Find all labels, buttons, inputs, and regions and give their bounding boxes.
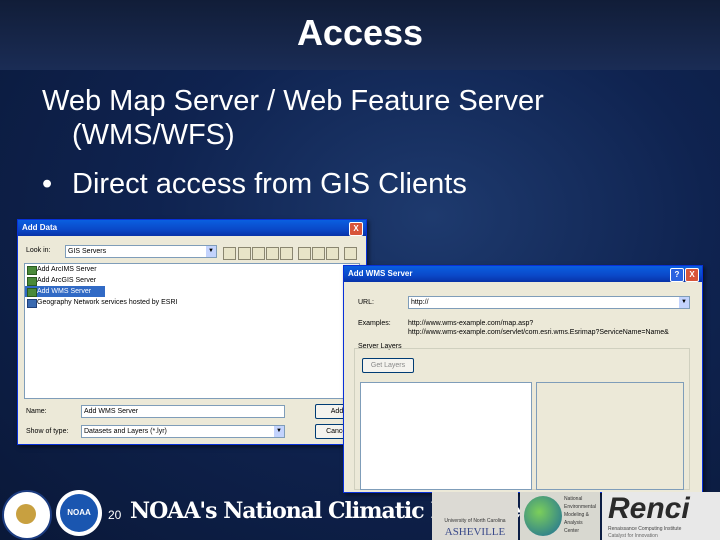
chevron-down-icon: ▼ (206, 246, 216, 257)
layer-description-panel (536, 382, 684, 490)
details-view-icon[interactable] (312, 247, 325, 260)
name-label: Name: (26, 408, 47, 415)
connect-folder-icon[interactable] (252, 247, 265, 260)
example-url-2: http://www.wms-example.com/servlet/com.e… (408, 329, 669, 336)
add-data-dialog: Add Data X Look in: GIS Servers ▼ Add Ar… (17, 219, 367, 445)
disconnect-folder-icon[interactable] (266, 247, 279, 260)
add-wms-title: Add WMS Server (348, 269, 413, 278)
add-data-titlebar: Add Data X (18, 220, 366, 236)
doc-seal-logo (2, 490, 52, 540)
bullet-text: Direct access from GIS Clients (72, 168, 467, 200)
url-label: URL: (358, 299, 374, 306)
list-view-icon[interactable] (298, 247, 311, 260)
help-button[interactable]: ? (670, 268, 684, 282)
slide-number: 20 (108, 508, 122, 522)
unca-logo: University of North Carolina ASHEVILLE (432, 492, 518, 540)
up-folder-icon[interactable] (223, 247, 236, 260)
catalog-icon[interactable] (344, 247, 357, 260)
renci-logo: Renci Renaissance Computing Institute Ca… (602, 492, 720, 540)
renci-text: Renci (608, 492, 690, 525)
chevron-down-icon: ▼ (274, 426, 284, 437)
body-line-2: (WMS/WFS) (72, 119, 235, 151)
body-line-1: Web Map Server / Web Feature Server (42, 85, 544, 117)
add-wms-dialog: Add WMS Server ? X URL: http:// ▼ Exampl… (343, 265, 703, 493)
noaa-text: NOAA (67, 508, 91, 517)
gis-server-list: Add ArcIMS Server Add ArcGIS Server Add … (24, 263, 360, 399)
renci-sub-2: Catalyst for Innovation (608, 533, 658, 539)
home-icon[interactable] (238, 247, 251, 260)
globe-icon (524, 496, 562, 536)
chevron-down-icon: ▼ (679, 297, 689, 308)
show-type-select[interactable]: Datasets and Layers (*.lyr) ▼ (81, 425, 285, 438)
server-icon (27, 288, 37, 297)
globe-icon (27, 299, 37, 308)
add-wms-titlebar: Add WMS Server ? X (344, 266, 702, 282)
server-icon (27, 277, 37, 286)
list-item[interactable]: Add ArcIMS Server (25, 264, 359, 275)
add-data-title: Add Data (22, 223, 58, 232)
look-in-value: GIS Servers (68, 248, 107, 255)
bullet-item: • Direct access from GIS Clients (42, 168, 467, 201)
list-item-selected[interactable]: Add WMS Server (25, 286, 105, 297)
add-wms-close-button[interactable]: X (685, 268, 699, 282)
list-item[interactable]: Add ArcGIS Server (25, 275, 359, 286)
unca-line-2: ASHEVILLE (444, 526, 506, 538)
url-input[interactable]: http:// ▼ (408, 296, 690, 309)
unca-line-1: University of North Carolina (444, 518, 506, 524)
show-type-label: Show of type: (26, 428, 69, 435)
thumbnails-view-icon[interactable] (326, 247, 339, 260)
noaa-logo: NOAA (56, 490, 102, 536)
get-layers-button[interactable]: Get Layers (362, 358, 414, 373)
server-layers-list (360, 382, 532, 490)
name-input[interactable]: Add WMS Server (81, 405, 285, 418)
renci-sub-1: Renaissance Computing Institute (608, 526, 682, 532)
body-text: Web Map Server / Web Feature Server (WMS… (42, 84, 544, 152)
server-icon (27, 266, 37, 275)
list-item[interactable]: Geography Network services hosted by ESR… (25, 297, 359, 308)
example-url-1: http://www.wms-example.com/map.asp? (408, 320, 534, 327)
add-data-close-button[interactable]: X (349, 222, 363, 236)
nemac-logo: National Environmental Modeling & Analys… (520, 492, 600, 540)
slide-title: Access (296, 12, 424, 53)
look-in-label: Look in: (26, 247, 51, 254)
bullet-glyph: • (42, 168, 53, 200)
look-in-select[interactable]: GIS Servers ▼ (65, 245, 217, 258)
new-folder-icon[interactable] (280, 247, 293, 260)
examples-label: Examples: (358, 320, 391, 327)
